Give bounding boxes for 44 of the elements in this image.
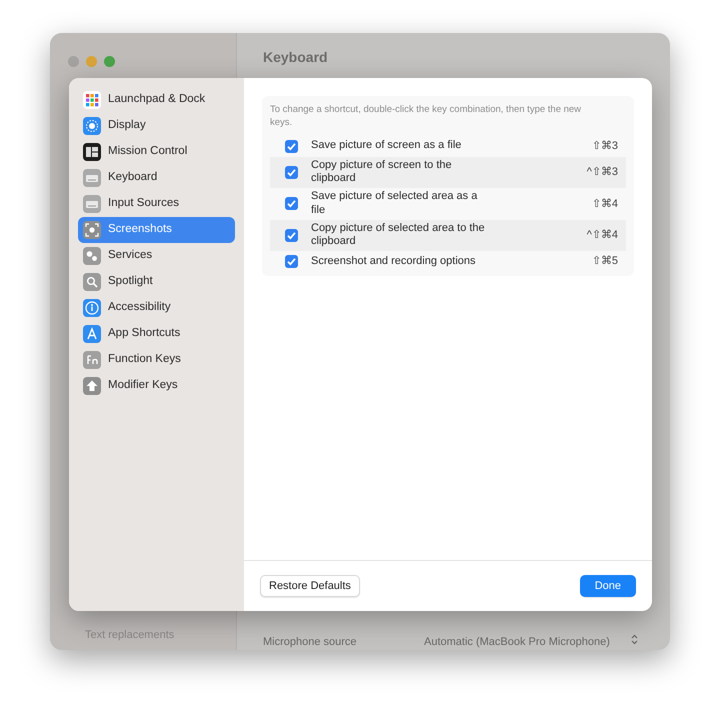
shortcut-label: Save picture of screen as a file [311,139,462,153]
sidebar-item[interactable]: App Shortcuts [78,321,235,347]
sidebar-item[interactable]: Mission Control [78,139,235,165]
windows-icon [83,143,101,161]
key-icon [83,351,101,369]
shortcut-label: Copy picture of selected area to the clipboard [311,222,486,250]
checkbox[interactable] [285,140,298,153]
key-combination[interactable]: ^⇧⌘4 [586,227,618,244]
key-combination[interactable]: ⇧⌘3 [592,138,618,154]
key-combination[interactable]: ⇧⌘4 [592,196,618,212]
accessibility-icon [83,299,101,317]
checkbox[interactable] [285,228,298,242]
gears-icon [83,247,101,265]
sun-icon [83,117,101,135]
sidebar-item[interactable]: Services [78,243,235,269]
keyboard-icon [83,195,101,213]
key-combination[interactable]: ⇧⌘5 [592,253,618,270]
screenshot-icon [83,221,101,239]
hint-text: To change a shortcut, double-click the key combination, then type the new keys. [270,104,582,130]
sidebar-item[interactable]: Display [78,113,235,139]
shortcut-label: Save picture of selected area as a file [311,190,478,218]
restore-defaults-button[interactable]: Restore Defaults [260,574,360,598]
sidebar-item[interactable]: Input Sources [78,191,235,217]
updown-chevron-icon[interactable] [631,634,638,645]
window-title: Keyboard [263,48,328,67]
letter-a-icon [83,325,101,343]
sidebar-item[interactable]: Accessibility [78,295,235,321]
key-combination[interactable]: ^⇧⌘3 [586,164,618,181]
checkbox[interactable] [285,166,298,179]
keyboard-icon [83,169,101,187]
grid-icon [83,91,101,109]
sidebar-item[interactable]: Modifier Keys [78,373,235,399]
shortcut-label: Screenshot and recording options [311,254,476,268]
sidebar-item[interactable]: Screenshots [78,217,235,243]
shortcut-label: Copy picture of screen to the clipboard [311,158,453,186]
magnifier-icon [83,273,101,291]
checkbox[interactable] [285,255,298,268]
setting-label: Microphone source [263,635,357,650]
sidebar-item[interactable]: Launchpad & Dock [78,87,235,113]
sidebar-item[interactable]: Keyboard [78,165,235,191]
sidebar-item[interactable]: Function Keys [78,347,235,373]
sidebar-item[interactable]: Spotlight [78,269,235,295]
done-button[interactable]: Done [580,574,636,598]
checkbox[interactable] [285,197,298,210]
